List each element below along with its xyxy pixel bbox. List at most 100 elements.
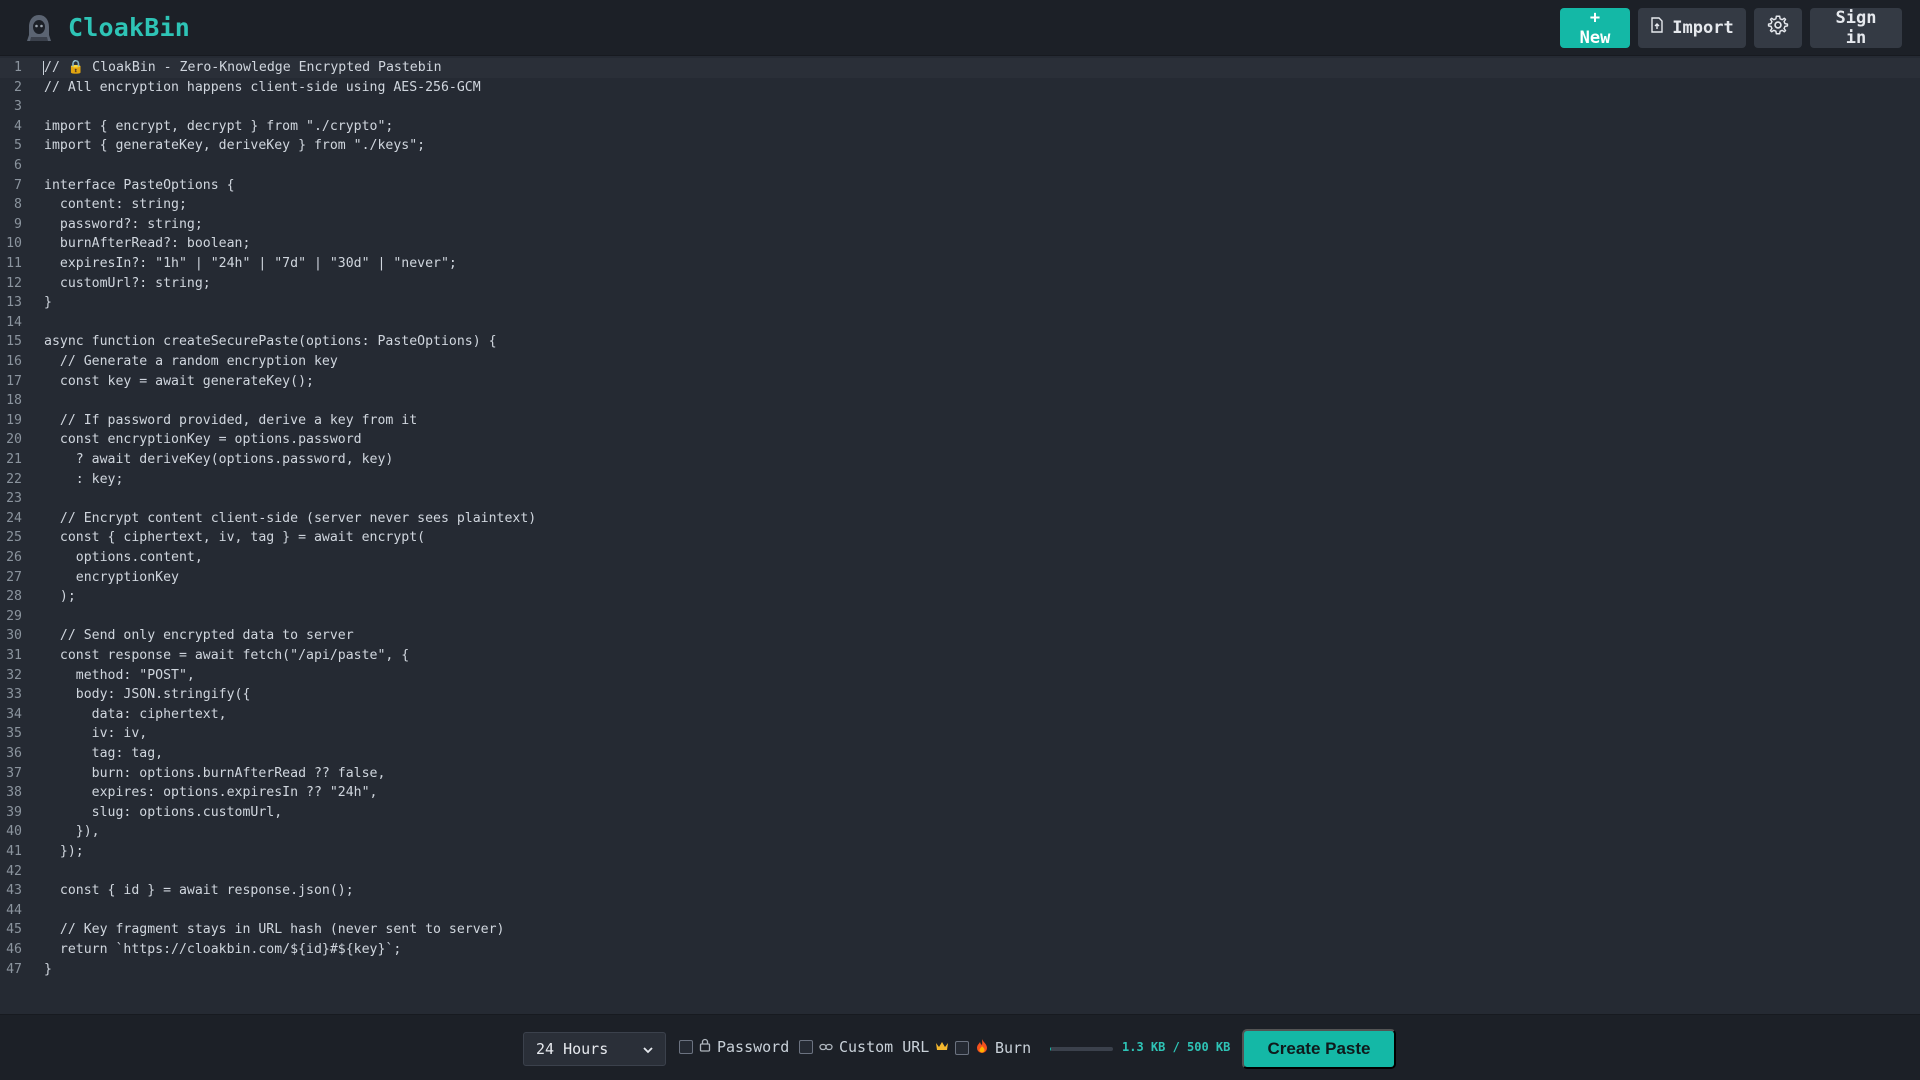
line-number: 3 xyxy=(14,99,22,115)
code-line[interactable]: 13} xyxy=(0,293,1920,313)
code-line[interactable]: 25 const { ciphertext, iv, tag } = await… xyxy=(0,528,1920,548)
line-number: 32 xyxy=(6,667,22,683)
code-line[interactable]: 18 xyxy=(0,391,1920,411)
code-line[interactable]: 42 xyxy=(0,862,1920,882)
code-line[interactable]: 21 ? await deriveKey(options.password, k… xyxy=(0,450,1920,470)
code-text: method: "POST", xyxy=(44,667,195,683)
code-text: const response = await fetch("/api/paste… xyxy=(44,648,410,663)
line-number: 14 xyxy=(6,314,22,330)
code-line[interactable]: 23 xyxy=(0,489,1920,509)
expiry-selected-value: 24 Hours xyxy=(536,1040,609,1058)
code-line[interactable]: 29 xyxy=(0,607,1920,627)
brand[interactable]: CloakBin xyxy=(24,13,190,43)
code-line[interactable]: 1 // 🔒 CloakBin - Zero-Knowledge Encrypte… xyxy=(0,58,1920,78)
expiry-select[interactable]: 24 Hours xyxy=(523,1032,666,1066)
code-line[interactable]: 15 async function createSecurePaste(optio… xyxy=(0,332,1920,352)
code-line[interactable]: 38 expires: options.expiresIn ?? "24h", xyxy=(0,783,1920,803)
code-line[interactable]: 7 interface PasteOptions { xyxy=(0,176,1920,196)
file-import-icon xyxy=(1650,17,1664,38)
code-line[interactable]: 10 burnAfterRead?: boolean; xyxy=(0,234,1920,254)
code-line[interactable]: 36 tag: tag, xyxy=(0,744,1920,764)
code-line[interactable]: 30 // Send only encrypted data to server xyxy=(0,626,1920,646)
code-line[interactable]: 6 xyxy=(0,156,1920,176)
line-number: 22 xyxy=(6,471,22,487)
line-number: 37 xyxy=(6,765,22,781)
code-line[interactable]: 34 data: ciphertext, xyxy=(0,705,1920,725)
code-line[interactable]: 11 expiresIn?: "1h" | "24h" | "7d" | "30… xyxy=(0,254,1920,274)
line-number: 47 xyxy=(6,961,22,977)
code-line[interactable]: 32 method: "POST", xyxy=(0,666,1920,686)
code-text: ? await deriveKey(options.password, key) xyxy=(44,452,394,467)
code-text: slug: options.customUrl, xyxy=(44,804,283,820)
line-number: 44 xyxy=(6,902,22,918)
code-line[interactable]: 37 burn: options.burnAfterRead ?? false, xyxy=(0,764,1920,784)
code-line[interactable]: 5 import { generateKey, deriveKey } from … xyxy=(0,136,1920,156)
code-line[interactable]: 2 // All encryption happens client-side u… xyxy=(0,78,1920,98)
code-line[interactable]: 39 slug: options.customUrl, xyxy=(0,803,1920,823)
code-line[interactable]: 47} xyxy=(0,960,1920,980)
line-number: 23 xyxy=(6,491,22,507)
code-line[interactable]: 4 import { encrypt, decrypt } from "./cry… xyxy=(0,117,1920,137)
create-paste-button[interactable]: Create Paste xyxy=(1242,1029,1396,1069)
code-line[interactable]: 17 const key = await generateKey(); xyxy=(0,372,1920,392)
settings-button[interactable] xyxy=(1754,7,1802,48)
code-line[interactable]: 16 // Generate a random encryption key xyxy=(0,352,1920,372)
line-number: 15 xyxy=(6,334,22,350)
burn-label: Burn xyxy=(995,1039,1032,1057)
fire-icon xyxy=(975,1038,989,1058)
line-number: 16 xyxy=(6,354,22,369)
code-line[interactable]: 9 password?: string; xyxy=(0,215,1920,235)
code-line[interactable]: 40 }), xyxy=(0,822,1920,842)
code-text: iv: iv, xyxy=(44,726,148,742)
code-line[interactable]: 27 encryptionKey xyxy=(0,568,1920,588)
code-line[interactable]: 22 : key; xyxy=(0,470,1920,490)
code-line[interactable]: 41 }); xyxy=(0,842,1920,862)
code-line[interactable]: 44 xyxy=(0,901,1920,921)
code-line[interactable]: 14 xyxy=(0,313,1920,333)
line-number: 24 xyxy=(6,510,22,526)
code-text: const encryptionKey = options.password xyxy=(44,432,362,448)
code-line[interactable]: 31 const response = await fetch("/api/pa… xyxy=(0,646,1920,666)
custom-url-option[interactable]: Custom URL xyxy=(799,1038,949,1056)
code-line[interactable]: 12 customUrl?: string; xyxy=(0,274,1920,294)
code-line[interactable]: 24 // Encrypt content client-side (serve… xyxy=(0,509,1920,529)
code-line[interactable]: 45 // Key fragment stays in URL hash (ne… xyxy=(0,920,1920,940)
code-line[interactable]: 3 xyxy=(0,97,1920,117)
footer-toolbar: 24 Hours Password Custom URL Burn 1.3 KB… xyxy=(0,1014,1920,1080)
code-text: }); xyxy=(44,844,84,859)
import-button[interactable]: Import xyxy=(1638,7,1746,48)
code-line[interactable]: 20 const encryptionKey = options.passwor… xyxy=(0,430,1920,450)
line-number: 26 xyxy=(6,550,22,565)
code-line[interactable]: 26 options.content, xyxy=(0,548,1920,568)
code-line[interactable]: 28 ); xyxy=(0,587,1920,607)
app-header: CloakBin + New Import Sign in xyxy=(0,0,1920,56)
sign-in-button[interactable]: Sign in xyxy=(1810,7,1902,48)
password-option[interactable]: Password xyxy=(679,1038,789,1056)
code-text: async function createSecurePaste(options… xyxy=(44,334,497,350)
code-line[interactable]: 8 content: string; xyxy=(0,195,1920,215)
burn-option[interactable]: Burn xyxy=(955,1038,1031,1058)
code-line[interactable]: 19 // If password provided, derive a key… xyxy=(0,411,1920,431)
code-text: import { encrypt, decrypt } from "./cryp… xyxy=(44,118,394,134)
lock-icon xyxy=(699,1038,711,1056)
line-number: 36 xyxy=(6,746,22,761)
code-text: : key; xyxy=(44,471,124,487)
line-number: 30 xyxy=(6,628,22,644)
new-button[interactable]: + New xyxy=(1560,7,1630,48)
line-number: 18 xyxy=(6,393,22,409)
code-line[interactable]: 35 iv: iv, xyxy=(0,724,1920,744)
code-line[interactable]: 43 const { id } = await response.json(); xyxy=(0,881,1920,901)
custom-url-checkbox[interactable] xyxy=(799,1040,813,1054)
line-number: 34 xyxy=(6,706,22,722)
code-line[interactable]: 46 return `https://cloakbin.com/${id}#${… xyxy=(0,940,1920,960)
code-editor[interactable]: 1 // 🔒 CloakBin - Zero-Knowledge Encrypte… xyxy=(0,57,1920,1014)
size-indicator: 1.3 KB / 500 KB xyxy=(1122,1040,1231,1054)
line-number: 21 xyxy=(6,452,22,467)
code-text: } xyxy=(44,295,52,311)
code-line[interactable]: 33 body: JSON.stringify({ xyxy=(0,685,1920,705)
password-checkbox[interactable] xyxy=(679,1040,693,1054)
line-number: 12 xyxy=(6,275,22,291)
burn-checkbox[interactable] xyxy=(955,1041,969,1055)
code-text: encryptionKey xyxy=(44,569,179,585)
text-caret xyxy=(43,61,44,75)
